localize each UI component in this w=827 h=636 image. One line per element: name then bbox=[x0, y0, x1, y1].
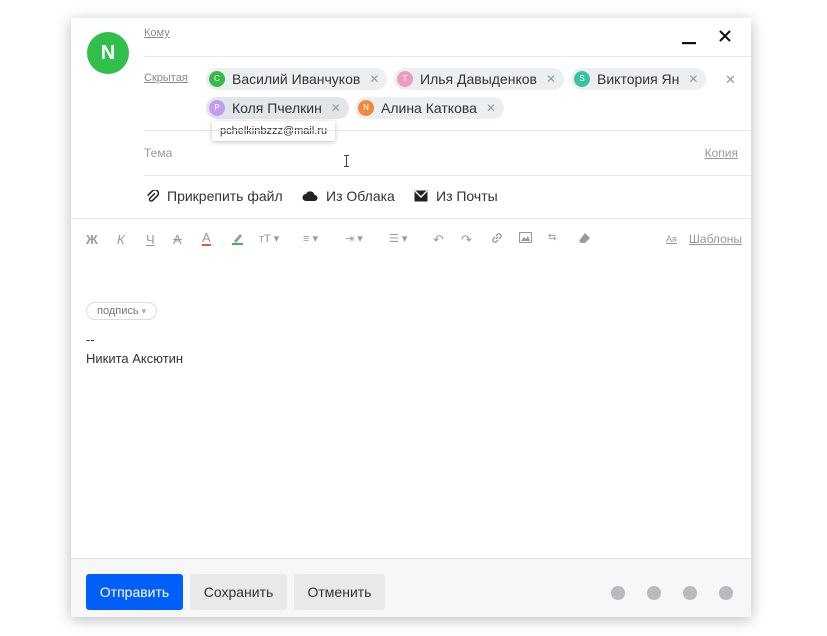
templates-abbr: Ая bbox=[666, 234, 677, 244]
bcc-label[interactable]: Скрытая bbox=[144, 72, 188, 84]
reminder-icon[interactable] bbox=[683, 586, 697, 600]
translate-icon[interactable]: ⇆ bbox=[548, 232, 556, 243]
indent-icon[interactable]: ⇥ ▾ bbox=[345, 232, 363, 245]
attach-file-button[interactable]: Прикрепить файл bbox=[146, 188, 283, 204]
cancel-button[interactable]: Отменить bbox=[294, 574, 385, 610]
templates-label: Шаблоны bbox=[688, 232, 742, 246]
underline-icon[interactable]: Ч bbox=[146, 232, 155, 247]
clear-format-icon[interactable] bbox=[578, 232, 592, 245]
subject-input[interactable]: Тема bbox=[144, 146, 172, 160]
redo-icon[interactable]: ↷ bbox=[461, 232, 472, 248]
chevron-down-icon: ▾ bbox=[141, 306, 147, 316]
image-icon[interactable] bbox=[519, 232, 532, 243]
recipient-name: Алина Каткова bbox=[381, 100, 477, 116]
recipients-divider bbox=[144, 130, 751, 131]
minimize-icon bbox=[682, 42, 696, 45]
signature-dashes: -- bbox=[86, 332, 95, 347]
recipient-avatar: С bbox=[209, 71, 225, 87]
minimize-button[interactable] bbox=[681, 32, 697, 48]
undo-icon[interactable]: ↶ bbox=[433, 232, 444, 248]
paperclip-icon bbox=[146, 189, 159, 203]
highlight-icon[interactable] bbox=[231, 232, 244, 245]
close-button[interactable] bbox=[717, 28, 733, 44]
from-cloud-label: Из Облака bbox=[326, 188, 395, 204]
recipient-avatar: S bbox=[574, 71, 590, 87]
recipient-name: Василий Иванчуков bbox=[232, 71, 361, 87]
remove-recipient-icon[interactable]: ✕ bbox=[369, 72, 379, 86]
save-button[interactable]: Сохранить bbox=[190, 574, 287, 610]
recipient-chip[interactable]: N Алина Каткова ✕ bbox=[355, 97, 504, 119]
remove-recipient-icon[interactable]: ✕ bbox=[546, 72, 556, 86]
recipient-chip[interactable]: S Виктория Ян ✕ bbox=[571, 68, 707, 90]
compose-window: N Кому Скрытая С Василий Иванчуков ✕ Т И… bbox=[71, 18, 751, 617]
receipt-icon[interactable] bbox=[647, 586, 661, 600]
text-cursor-icon bbox=[344, 155, 349, 167]
link-icon[interactable] bbox=[491, 232, 503, 244]
templates-button[interactable]: Ая Шаблоны bbox=[666, 232, 742, 246]
attachments-divider bbox=[71, 218, 751, 219]
from-mail-label: Из Почты bbox=[436, 188, 498, 204]
signature-name: Никита Аксютин bbox=[86, 351, 184, 366]
sender-avatar[interactable]: N bbox=[87, 32, 129, 74]
recipient-name: Коля Пчелкин bbox=[232, 100, 322, 116]
signature-selector[interactable]: подпись ▾ bbox=[86, 302, 158, 320]
envelope-icon bbox=[414, 190, 428, 202]
text-color-icon[interactable]: А bbox=[202, 231, 211, 246]
align-icon[interactable]: ≡ ▾ bbox=[303, 232, 318, 245]
font-size-icon[interactable]: тT ▾ bbox=[259, 232, 279, 245]
recipient-chip[interactable]: Т Илья Давыденков ✕ bbox=[394, 68, 565, 90]
copy-link[interactable]: Копия bbox=[705, 146, 738, 160]
to-label[interactable]: Кому bbox=[144, 27, 170, 39]
cloud-icon bbox=[302, 190, 318, 202]
clear-recipients-icon[interactable]: ✕ bbox=[725, 72, 736, 88]
signature-chip-label: подпись bbox=[97, 305, 139, 317]
to-divider bbox=[144, 56, 751, 57]
close-icon bbox=[719, 30, 731, 42]
importance-icon[interactable] bbox=[611, 586, 625, 600]
recipient-avatar: P bbox=[209, 100, 225, 116]
recipient-avatar: N bbox=[358, 100, 374, 116]
recipient-chip[interactable]: С Василий Иванчуков ✕ bbox=[206, 68, 388, 90]
recipient-name: Виктория Ян bbox=[597, 71, 680, 87]
recipient-chip[interactable]: P Коля Пчелкин ✕ bbox=[206, 97, 349, 119]
recipient-name: Илья Давыденков bbox=[420, 71, 537, 87]
strikethrough-icon[interactable]: А bbox=[173, 232, 182, 247]
list-icon[interactable]: ☰ ▾ bbox=[389, 232, 407, 245]
send-button[interactable]: Отправить bbox=[86, 574, 183, 610]
subject-divider bbox=[144, 175, 751, 176]
compose-footer: Отправить Сохранить Отменить bbox=[71, 558, 751, 617]
remove-recipient-icon[interactable]: ✕ bbox=[331, 101, 341, 115]
italic-icon[interactable]: К bbox=[117, 232, 125, 247]
remove-recipient-icon[interactable]: ✕ bbox=[486, 101, 496, 115]
remove-recipient-icon[interactable]: ✕ bbox=[688, 72, 698, 86]
from-mail-button[interactable]: Из Почты bbox=[414, 188, 498, 204]
from-cloud-button[interactable]: Из Облака bbox=[302, 188, 395, 204]
schedule-icon[interactable] bbox=[719, 586, 733, 600]
bold-icon[interactable]: Ж bbox=[86, 232, 98, 247]
attach-file-label: Прикрепить файл bbox=[167, 188, 283, 204]
recipient-avatar: Т bbox=[397, 71, 413, 87]
email-tooltip: pchelkinbzzz@mail.ru bbox=[212, 121, 336, 141]
